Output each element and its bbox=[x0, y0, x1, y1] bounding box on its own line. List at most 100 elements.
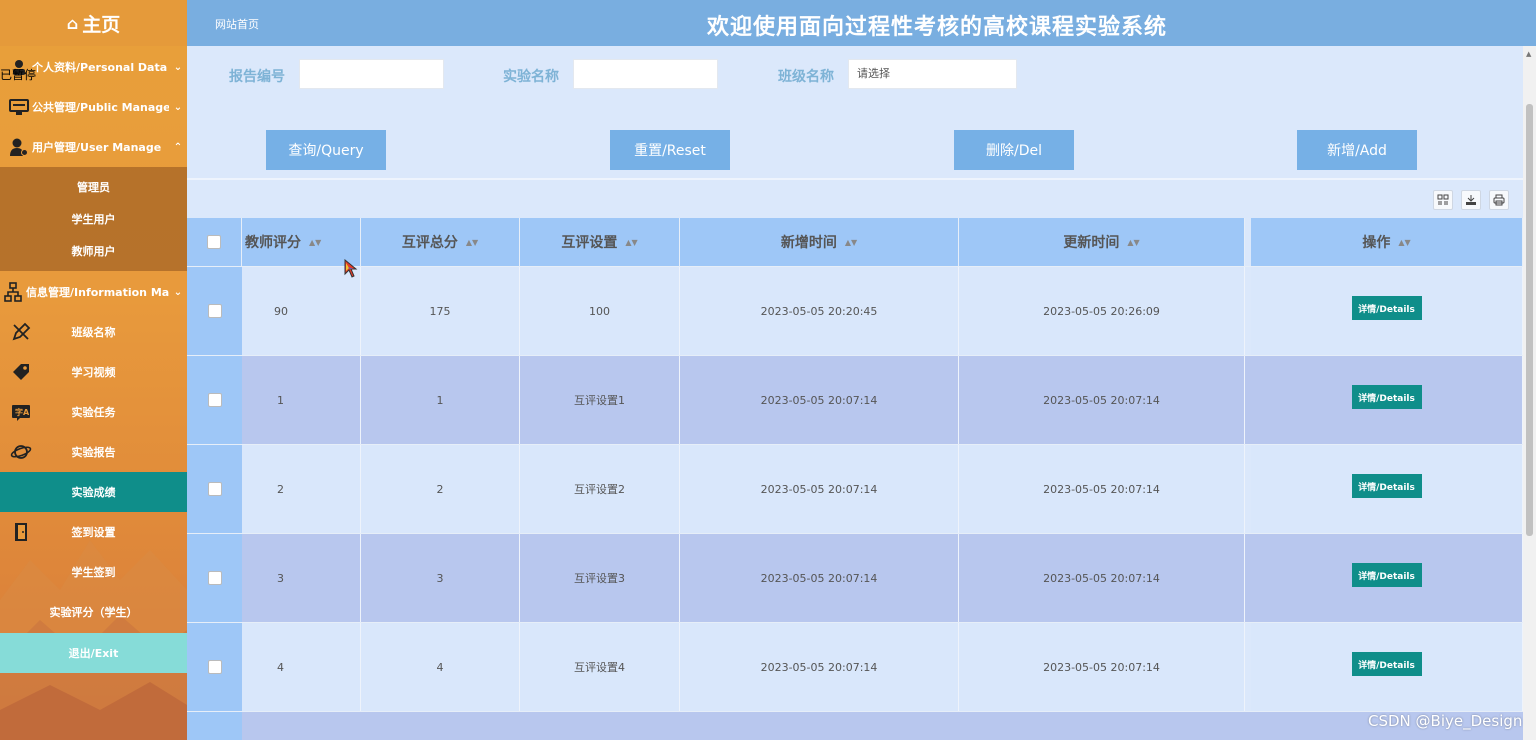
user-manage-submenu: 管理员 学生用户 教师用户 bbox=[0, 167, 187, 271]
sidebar: ⌂ 主页 个人资料/Personal Data ⌄ 已暂停 公共管理/Publi… bbox=[0, 0, 187, 740]
svg-text:字A: 字A bbox=[15, 407, 30, 417]
nav-class-name[interactable]: 班级名称 bbox=[0, 312, 187, 352]
report-no-label: 报告编号 bbox=[229, 69, 285, 85]
breadcrumb-home[interactable]: 网站首页 bbox=[215, 16, 259, 32]
menu-label: 公共管理/Public Manage bbox=[32, 101, 169, 114]
row-checkbox[interactable] bbox=[207, 482, 222, 496]
cell-peer-total: 3 bbox=[361, 534, 520, 622]
print-icon[interactable] bbox=[1489, 190, 1509, 210]
cell-peer-setting: 互评设置4 bbox=[520, 623, 680, 711]
cell-updated-time: 2023-05-05 20:07:14 bbox=[959, 356, 1245, 444]
col-peer-setting[interactable]: 互评设置 ▲▼ bbox=[520, 218, 680, 266]
query-button[interactable]: 查询/Query bbox=[266, 130, 386, 170]
cell-updated-time: 2023-05-05 20:26:09 bbox=[959, 267, 1245, 355]
scroll-up-icon[interactable]: ▲ bbox=[1526, 50, 1531, 58]
row-checkbox[interactable] bbox=[207, 571, 222, 585]
menu-public-manage[interactable]: 公共管理/Public Manage ⌄ bbox=[0, 87, 187, 127]
details-button[interactable]: 详情/Details bbox=[1351, 385, 1422, 409]
cell-peer-total: 175 bbox=[361, 267, 520, 355]
table-row-partial bbox=[187, 711, 1523, 740]
cell-created-time: 2023-05-05 20:20:45 bbox=[680, 267, 959, 355]
home-link[interactable]: ⌂ 主页 bbox=[0, 0, 187, 46]
home-label: 主页 bbox=[82, 13, 121, 36]
details-button[interactable]: 详情/Details bbox=[1351, 296, 1422, 320]
columns-icon[interactable] bbox=[1433, 190, 1453, 210]
export-icon[interactable] bbox=[1461, 190, 1481, 210]
exp-name-label: 实验名称 bbox=[503, 69, 559, 85]
submenu-admin[interactable]: 管理员 bbox=[0, 171, 187, 203]
details-button[interactable]: 详情/Details bbox=[1351, 652, 1422, 676]
cell-created-time: 2023-05-05 20:07:14 bbox=[680, 445, 959, 533]
column-title: 互评总分 bbox=[401, 235, 458, 251]
cell-peer-total: 2 bbox=[361, 445, 520, 533]
row-select-cell bbox=[187, 356, 242, 444]
menu-user-manage[interactable]: 用户管理/User Manage ⌃ bbox=[0, 127, 187, 167]
class-name-select[interactable]: 请选择 bbox=[848, 59, 1017, 89]
row-checkbox[interactable] bbox=[207, 304, 222, 318]
menu-label: 信息管理/Information Manage bbox=[26, 286, 169, 299]
cell-teacher-score: 1 bbox=[242, 356, 361, 444]
table-row: 1 1 互评设置1 2023-05-05 20:07:14 2023-05-05… bbox=[187, 355, 1523, 444]
nav-experiment-report[interactable]: 实验报告 bbox=[0, 432, 187, 472]
col-actions[interactable]: 操作 ▲▼ bbox=[1245, 218, 1523, 266]
home-icon: ⌂ bbox=[66, 13, 79, 33]
column-title: 更新时间 bbox=[1063, 235, 1120, 251]
page-title: 欢迎使用面向过程性考核的高校课程实验系统 bbox=[707, 15, 1168, 40]
sort-icon: ▲▼ bbox=[1398, 237, 1411, 247]
chevron-down-icon: ⌄ bbox=[173, 101, 183, 113]
cell-actions: 详情/Details bbox=[1245, 623, 1523, 711]
nav-label: 实验成绩 bbox=[71, 486, 116, 499]
divider bbox=[187, 178, 1523, 180]
submenu-teacher-user[interactable]: 教师用户 bbox=[0, 235, 187, 267]
column-title: 新增时间 bbox=[780, 235, 837, 251]
class-name-label: 班级名称 bbox=[778, 69, 834, 85]
scrollbar-thumb[interactable] bbox=[1526, 104, 1533, 536]
row-checkbox[interactable] bbox=[207, 393, 222, 407]
col-peer-total[interactable]: 互评总分 ▲▼ bbox=[361, 218, 520, 266]
reset-button[interactable]: 重置/Reset bbox=[610, 130, 730, 170]
main-content: 报告编号 实验名称 班级名称 请选择 查询/Query 重置/Reset 删除/… bbox=[187, 46, 1523, 740]
row-checkbox[interactable] bbox=[207, 660, 222, 674]
delete-button[interactable]: 删除/Del bbox=[954, 130, 1074, 170]
menu-information-manage[interactable]: 信息管理/Information Manage ⌄ bbox=[0, 272, 187, 312]
cell-created-time: 2023-05-05 20:07:14 bbox=[680, 623, 959, 711]
row-select-cell bbox=[187, 623, 242, 711]
nav-study-video[interactable]: 学习视频 bbox=[0, 352, 187, 392]
cell-actions: 详情/Details bbox=[1245, 534, 1523, 622]
details-button[interactable]: 详情/Details bbox=[1351, 563, 1422, 587]
nav-experiment-task[interactable]: 字A 实验任务 bbox=[0, 392, 187, 432]
cell-actions: 详情/Details bbox=[1245, 445, 1523, 533]
nav-experiment-rating-student[interactable]: 实验评分（学生） bbox=[0, 592, 187, 632]
col-created-time[interactable]: 新增时间 ▲▼ bbox=[680, 218, 959, 266]
tag-icon bbox=[10, 361, 32, 383]
translate-icon: 字A bbox=[10, 401, 32, 423]
cell-peer-setting: 100 bbox=[520, 267, 680, 355]
top-header: 网站首页 欢迎使用面向过程性考核的高校课程实验系统 bbox=[187, 0, 1536, 46]
details-button[interactable]: 详情/Details bbox=[1351, 474, 1422, 498]
select-all-cell bbox=[187, 218, 242, 266]
chevron-down-icon: ⌄ bbox=[173, 286, 183, 298]
paused-overlay-text: 已暂停 bbox=[0, 68, 37, 82]
cell-created-time: 2023-05-05 20:07:14 bbox=[680, 534, 959, 622]
nav-experiment-score[interactable]: 实验成绩 bbox=[0, 472, 187, 512]
cell-peer-total: 4 bbox=[361, 623, 520, 711]
menu-label: 个人资料/Personal Data bbox=[32, 61, 168, 74]
nav-student-signin[interactable]: 学生签到 bbox=[0, 552, 187, 592]
select-all-checkbox[interactable] bbox=[207, 235, 221, 249]
cell-teacher-score: 4 bbox=[242, 623, 361, 711]
nav-signin-settings[interactable]: 签到设置 bbox=[0, 512, 187, 552]
table-row: 90 175 100 2023-05-05 20:20:45 2023-05-0… bbox=[187, 266, 1523, 355]
cell-updated-time: 2023-05-05 20:07:14 bbox=[959, 623, 1245, 711]
add-button[interactable]: 新增/Add bbox=[1297, 130, 1417, 170]
cell-updated-time: 2023-05-05 20:07:14 bbox=[959, 534, 1245, 622]
report-no-input[interactable] bbox=[299, 59, 444, 89]
nav-exit[interactable]: 退出/Exit bbox=[0, 633, 187, 673]
exp-name-input[interactable] bbox=[573, 59, 718, 89]
mouse-cursor-icon bbox=[344, 259, 358, 278]
submenu-student-user[interactable]: 学生用户 bbox=[0, 203, 187, 235]
row-select-cell bbox=[187, 534, 242, 622]
cell-peer-total: 1 bbox=[361, 356, 520, 444]
col-updated-time[interactable]: 更新时间 ▲▼ bbox=[959, 218, 1245, 266]
vertical-scrollbar[interactable]: ▲ bbox=[1523, 46, 1536, 740]
watermark: CSDN @Biye_Design bbox=[1368, 712, 1523, 730]
